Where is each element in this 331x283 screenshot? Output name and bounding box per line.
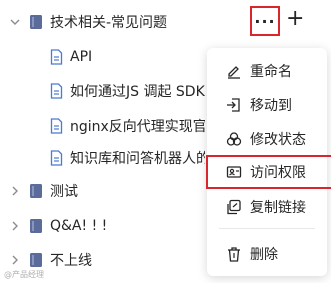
move-icon bbox=[226, 97, 242, 113]
menu-divider bbox=[219, 228, 315, 229]
tree-group-label: 测试 bbox=[50, 184, 78, 200]
group-actions: ··· + bbox=[250, 6, 310, 36]
permission-icon bbox=[226, 164, 242, 180]
document-icon bbox=[50, 118, 63, 134]
menu-item-change-status[interactable]: 修改状态 bbox=[207, 125, 327, 153]
chevron-right-icon[interactable] bbox=[8, 219, 22, 233]
chevron-right-icon[interactable] bbox=[8, 184, 22, 198]
tree-doc-item[interactable]: 知识库和问答机器人的 bbox=[0, 144, 205, 172]
menu-item-copy-link[interactable]: 复制链接 bbox=[207, 193, 327, 221]
document-icon bbox=[50, 83, 63, 99]
watermark: @产品经理 bbox=[4, 270, 44, 279]
edit-icon bbox=[226, 63, 242, 79]
book-icon bbox=[29, 14, 43, 30]
document-icon bbox=[50, 49, 63, 65]
more-button[interactable]: ··· bbox=[250, 6, 280, 36]
menu-item-move[interactable]: 移动到 bbox=[207, 91, 327, 119]
status-icon bbox=[226, 131, 242, 147]
tree-doc-item[interactable]: nginx反向代理实现官网 bbox=[0, 112, 205, 140]
document-icon bbox=[50, 150, 63, 166]
tree-doc-label: 知识库和问答机器人的 bbox=[70, 151, 205, 167]
chevron-down-icon[interactable] bbox=[8, 15, 22, 29]
tree-doc-label: API bbox=[70, 49, 93, 65]
book-icon bbox=[29, 218, 43, 234]
tree-doc-label: 如何通过JS 调起 SDK bbox=[70, 84, 205, 100]
tree-group-label: Q&A! ! ! bbox=[50, 218, 108, 234]
trash-icon bbox=[226, 246, 242, 262]
tree-doc-label: nginx反向代理实现官网 bbox=[70, 119, 205, 135]
tree-group-label: 不上线 bbox=[50, 253, 92, 269]
book-icon bbox=[29, 183, 43, 199]
chevron-right-icon[interactable] bbox=[8, 253, 22, 267]
add-button[interactable]: + bbox=[286, 8, 308, 30]
menu-item-rename[interactable]: 重命名 bbox=[207, 57, 327, 85]
copy-link-icon bbox=[226, 199, 242, 215]
menu-item-access-permission[interactable]: 访问权限 bbox=[206, 155, 331, 189]
book-icon bbox=[29, 252, 43, 268]
context-menu: 重命名 移动到 修改状态 访问权限 复制链接 删除 bbox=[206, 48, 331, 276]
tree-group-label: 技术相关-常见问题 bbox=[50, 15, 168, 31]
menu-item-delete[interactable]: 删除 bbox=[207, 240, 327, 268]
